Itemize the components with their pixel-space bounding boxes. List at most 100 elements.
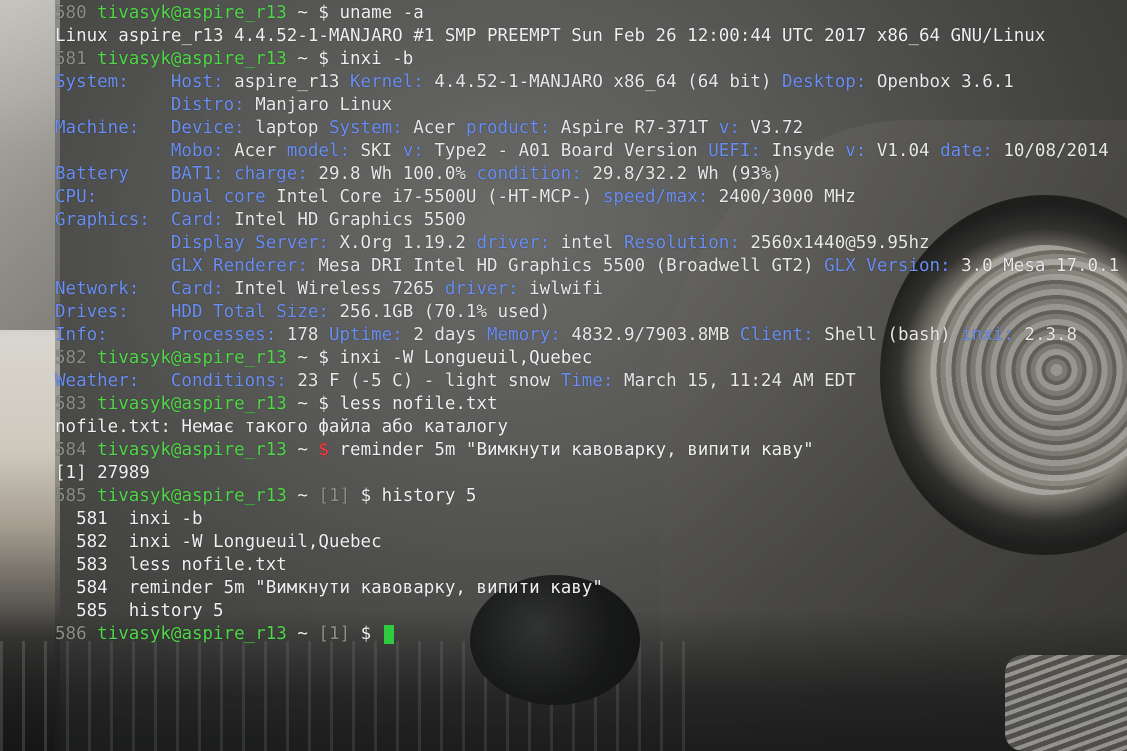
info-value: X.Org 1.19.2 [328,233,477,253]
info-label: inxi: [961,325,1014,345]
info-label: driver: [476,233,551,253]
terminal-line: Distro: Manjaro Linux [55,94,1119,117]
info-label: Client: [739,325,814,345]
terminal-line: Info: Processes: 178 Uptime: 2 days Memo… [55,324,1119,347]
info-label: speed/max: [602,187,709,207]
terminal-line: 582 inxi -W Longueuil,Quebec [55,531,1119,554]
info-label: product: [465,118,551,138]
text-cursor[interactable] [383,624,394,644]
info-label: System: Host: [55,72,224,92]
info-label: v: [718,118,740,138]
info-label: System: [328,118,403,138]
info-value: Manjaro Linux [244,95,393,115]
info-value: 29.8 Wh 100.0% [307,164,477,184]
info-value: Mesa DRI Intel HD Graphics 5500 (Broadwe… [307,256,825,276]
output-text: ~ [286,624,319,644]
info-value: 256.1GB (70.1% used) [328,302,551,322]
prompt-user-host: tivasyk@aspire_r13 [97,486,287,506]
output-text: reminder 5m "Вимкнути кавоварку, випити … [328,440,814,460]
terminal-line: GLX Renderer: Mesa DRI Intel HD Graphics… [55,255,1119,278]
terminal-output[interactable]: 580 tivasyk@aspire_r13 ~ $ uname -a Linux… [55,2,1119,646]
info-value: Aspire R7-371T [550,118,719,138]
info-value: Acer [223,141,287,161]
info-value: intel [550,233,624,253]
output-text: 583 less nofile.txt [55,555,287,575]
terminal-line: 583 less nofile.txt [55,554,1119,577]
info-value: iwlwifi [518,279,603,299]
prompt-user-host: tivasyk@aspire_r13 [97,624,287,644]
history-number: 582 [55,348,98,368]
info-value: V1.04 [866,141,941,161]
history-number: 585 [55,486,98,506]
history-number: 581 [55,49,98,69]
info-label: Mobo: [55,141,224,161]
output-text: ~ $ uname -a [286,3,424,23]
prompt-user-host: tivasyk@aspire_r13 [97,394,287,414]
info-label: date: [940,141,993,161]
info-value: SKI [350,141,403,161]
info-value: 2560x1440@59.95hz [739,233,930,253]
info-value: 2 days [402,325,488,345]
terminal-line: 585 history 5 [55,600,1119,623]
terminal-line: 580 tivasyk@aspire_r13 ~ $ uname -a [55,2,1119,25]
history-number: 580 [55,3,98,23]
info-value: V3.72 [739,118,804,138]
info-label: Weather: Conditions: [55,371,287,391]
info-value: 4832.9/7903.8MB [560,325,740,345]
job-indicator: [1] [318,624,351,644]
info-value: March 15, 11:24 AM EDT [613,371,856,391]
info-label: Memory: [487,325,561,345]
terminal-line: 581 tivasyk@aspire_r13 ~ $ inxi -b [55,48,1119,71]
info-value: Type2 - A01 Board Version [423,141,709,161]
terminal-line: Drives: HDD Total Size: 256.1GB (70.1% u… [55,301,1119,324]
terminal-line: Linux aspire_r13 4.4.52-1-MANJARO #1 SMP… [55,25,1119,48]
output-text: Linux aspire_r13 4.4.52-1-MANJARO #1 SMP… [55,26,1046,46]
info-label: CPU: Dual core [55,187,266,207]
output-text: 585 history 5 [55,601,224,621]
output-text: ~ [286,440,319,460]
terminal-line: System: Host: aspire_r13 Kernel: 4.4.52-… [55,71,1119,94]
info-label: Info: Processes: [55,325,277,345]
prompt-user-host: tivasyk@aspire_r13 [97,440,287,460]
terminal-line: Machine: Device: laptop System: Acer pro… [55,117,1119,140]
info-value: Intel HD Graphics 5500 [223,210,466,230]
terminal-line: 586 tivasyk@aspire_r13 ~ [1] $ [55,623,1119,646]
info-label: driver: [444,279,519,299]
info-label: Network: Card: [55,279,224,299]
info-label: model: [286,141,351,161]
output-text: ~ $ inxi -W Longueuil,Quebec [286,348,593,368]
history-number: 583 [55,394,98,414]
wallpaper-left-highlight [0,0,60,330]
info-label: Distro: [55,95,245,115]
history-number: 586 [55,624,98,644]
prompt-user-host: tivasyk@aspire_r13 [97,49,287,69]
terminal-line: nofile.txt: Немає такого файла або катал… [55,416,1119,439]
info-label: condition: [476,164,582,184]
info-label: GLX Version: [824,256,951,276]
terminal-line: Graphics: Card: Intel HD Graphics 5500 [55,209,1119,232]
terminal-line: 585 tivasyk@aspire_r13 ~ [1] $ history 5 [55,485,1119,508]
info-label: GLX Renderer: [55,256,308,276]
terminal-line: [1] 27989 [55,462,1119,485]
info-value: 3.0 Mesa 17.0.1 [950,256,1120,276]
job-indicator: [1] [318,486,351,506]
terminal-window[interactable]: 580 tivasyk@aspire_r13 ~ $ uname -a Linux… [55,0,1127,751]
terminal-line: CPU: Dual core Intel Core i7-5500U (-HT-… [55,186,1119,209]
terminal-line: 584 reminder 5m "Вимкнути кавоварку, вип… [55,577,1119,600]
info-label: Time: [560,371,614,391]
terminal-line: 582 tivasyk@aspire_r13 ~ $ inxi -W Longu… [55,347,1119,370]
terminal-line: Display Server: X.Org 1.19.2 driver: int… [55,232,1119,255]
terminal-line: 583 tivasyk@aspire_r13 ~ $ less nofile.t… [55,393,1119,416]
terminal-line: Network: Card: Intel Wireless 7265 drive… [55,278,1119,301]
output-text: ~ $ less nofile.txt [286,394,498,414]
output-text: ~ $ inxi -b [286,49,414,69]
info-value: Intel Wireless 7265 [223,279,445,299]
output-text: $ [350,624,382,644]
info-value: aspire_r13 [223,72,351,92]
info-label: Battery BAT1: charge: [55,164,308,184]
info-label: UEFI: [708,141,761,161]
history-number: 584 [55,440,98,460]
info-label: Display Server: [55,233,329,253]
info-value: Insyde [760,141,846,161]
info-value: 2.3.8 [1013,325,1078,345]
